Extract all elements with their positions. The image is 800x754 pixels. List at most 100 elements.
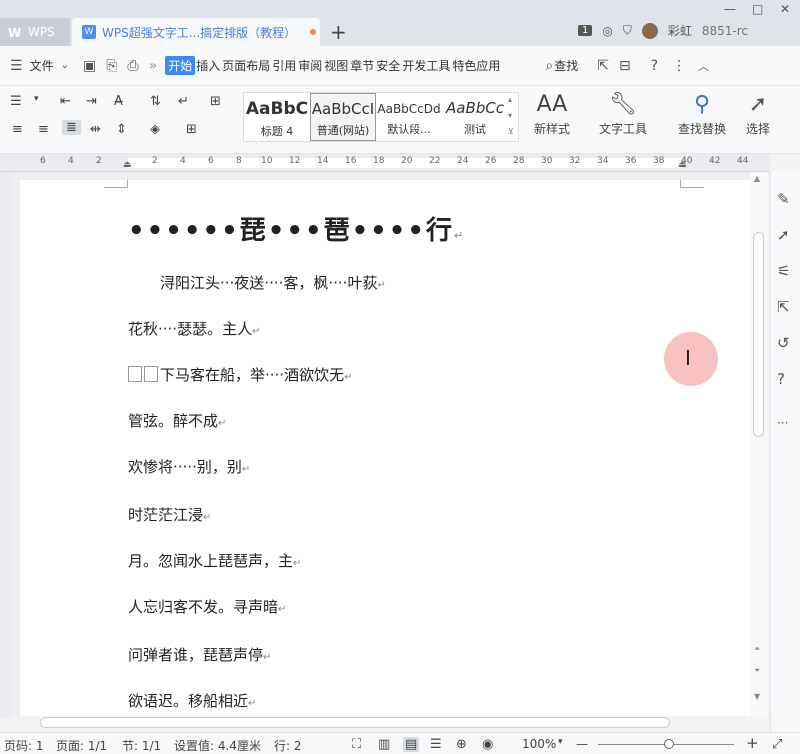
- template-icon[interactable]: ⊟: [619, 58, 631, 74]
- zoom-slider-knob[interactable]: [663, 739, 674, 749]
- status-setting[interactable]: 设置值: 4.4厘米: [174, 737, 261, 754]
- text-line-3[interactable]: 下马客在船，举····酒欲饮无↵: [128, 364, 352, 385]
- search-icon[interactable]: ⌕: [545, 58, 553, 74]
- increase-indent-icon[interactable]: ⇥: [86, 94, 97, 109]
- maximize-button[interactable]: □: [752, 2, 763, 16]
- left-indent-marker-icon[interactable]: ⏏: [123, 160, 132, 170]
- reading-mode-icon[interactable]: ▥: [378, 737, 390, 752]
- horizontal-ruler[interactable]: 6 4 2 2 4 6 8 10 12 14 16 18 20 22 24 26…: [0, 154, 770, 172]
- shading-icon[interactable]: ◈: [150, 122, 160, 137]
- new-style-button[interactable]: A͏A 新样式: [526, 92, 578, 137]
- help-icon[interactable]: ?: [651, 58, 658, 74]
- scroll-up-icon[interactable]: ▲: [754, 174, 760, 183]
- menu-page-layout[interactable]: 页面布局: [221, 57, 271, 74]
- text-line-6[interactable]: 时茫茫江浸↵: [128, 504, 211, 525]
- line-spacing-icon[interactable]: ⇕: [116, 122, 127, 137]
- text-line-1[interactable]: 浔阳江头···夜送····客，枫····叶荻↵: [160, 272, 386, 293]
- document-canvas[interactable]: ••••••琵•••琶••••行↵ 浔阳江头···夜送····客，枫····叶荻…: [12, 172, 770, 718]
- chinese-layout-icon[interactable]: A̶: [114, 94, 123, 109]
- right-indent-marker-icon[interactable]: ⏏: [678, 160, 687, 170]
- decrease-indent-icon[interactable]: ⇤: [60, 94, 71, 109]
- align-left-icon[interactable]: ≡: [12, 122, 23, 137]
- scroll-down-icon[interactable]: ▼: [754, 692, 760, 701]
- style-heading-4[interactable]: AaBbC 标题 4: [244, 93, 310, 141]
- shirt-icon[interactable]: ⛉: [623, 23, 632, 38]
- fit-page-icon[interactable]: ⤢: [772, 737, 782, 752]
- chevron-down-icon[interactable]: ▾: [558, 737, 563, 747]
- text-line-9[interactable]: 问弹者谁，琵琶声停↵: [128, 644, 271, 665]
- document-title[interactable]: ••••••琵•••琶••••行↵: [128, 210, 465, 247]
- zoom-in-button[interactable]: +: [746, 734, 759, 752]
- eye-protection-icon[interactable]: ◉: [482, 737, 493, 752]
- menu-review[interactable]: 审阅: [297, 57, 323, 74]
- share-out-icon[interactable]: ⇱: [777, 298, 790, 316]
- text-line-8[interactable]: 人忘归客不发。寻声暗↵: [128, 596, 286, 617]
- more-options-icon[interactable]: ⋮: [672, 58, 686, 74]
- style-default-paragraph[interactable]: AaBbCcDd 默认段...: [376, 93, 442, 141]
- fullscreen-icon[interactable]: ⛶: [352, 737, 361, 752]
- search-button[interactable]: 查找: [553, 57, 579, 74]
- gallery-down-icon[interactable]: ▾: [508, 111, 512, 120]
- status-row[interactable]: 行: 2: [274, 737, 302, 754]
- text-tools-button[interactable]: 🔧︎ 文字工具: [592, 92, 654, 137]
- find-replace-button[interactable]: ⚲ 查找替换: [672, 92, 732, 137]
- sort-icon[interactable]: ⇅: [150, 94, 161, 109]
- bullet-list-icon[interactable]: ☰: [10, 94, 22, 109]
- menu-developer[interactable]: 开发工具: [401, 57, 451, 74]
- tab-wps-home[interactable]: W WPS: [0, 18, 70, 46]
- gallery-expand-icon[interactable]: ⊻: [508, 127, 514, 136]
- print-icon[interactable]: ⎙: [127, 58, 138, 74]
- menu-special[interactable]: 特色应用: [451, 57, 501, 74]
- style-test[interactable]: AaBbCc 测试: [442, 93, 508, 141]
- new-tab-button[interactable]: +: [330, 20, 347, 44]
- user-name[interactable]: 彩虹: [668, 22, 692, 39]
- export-pdf-icon[interactable]: ⎘: [106, 58, 117, 74]
- justify-icon[interactable]: ≣: [62, 120, 81, 135]
- save-icon[interactable]: ▣: [83, 58, 96, 74]
- more-dots-icon[interactable]: ···: [777, 416, 788, 430]
- collapse-ribbon-icon[interactable]: ︿: [698, 58, 709, 74]
- share-icon[interactable]: ⇱: [597, 58, 609, 74]
- chevron-down-icon[interactable]: ▾: [34, 94, 39, 104]
- menu-references[interactable]: 引用: [271, 57, 297, 74]
- vertical-ruler[interactable]: [0, 172, 12, 718]
- vertical-scroll-thumb[interactable]: [753, 232, 764, 437]
- menu-chapter[interactable]: 章节: [349, 57, 375, 74]
- scroll-up-double-icon[interactable]: ⏶: [754, 644, 760, 654]
- page-view-icon[interactable]: ▤: [403, 737, 420, 752]
- text-line-2[interactable]: 花秋····瑟瑟。主人↵: [128, 318, 260, 339]
- distributed-align-icon[interactable]: ⇹: [90, 122, 101, 137]
- style-normal-web[interactable]: AaBbCcI 普通(网站): [310, 93, 376, 141]
- vertical-scrollbar[interactable]: ▲ ⏶ ⏷ ▼: [750, 172, 768, 718]
- pen-icon[interactable]: ✎: [777, 190, 790, 208]
- horizontal-scrollbar[interactable]: [12, 716, 770, 730]
- history-icon[interactable]: ↺: [777, 334, 790, 352]
- hamburger-icon[interactable]: ☰: [10, 58, 23, 74]
- text-line-10[interactable]: 欲语迟。移船相近↵: [128, 690, 256, 711]
- menu-security[interactable]: 安全: [375, 57, 401, 74]
- status-pages[interactable]: 页面: 1/1: [56, 737, 107, 754]
- border-icon[interactable]: ⊞: [186, 122, 197, 137]
- zoom-level[interactable]: 100%: [522, 737, 556, 751]
- window-count-badge[interactable]: 1: [578, 25, 593, 36]
- menu-insert[interactable]: 插入: [195, 57, 221, 74]
- zoom-out-button[interactable]: —: [576, 737, 588, 751]
- tab-document[interactable]: W WPS超强文字工...搞定排版（教程）: [72, 18, 320, 46]
- text-line-7[interactable]: 月。忽闻水上琵琶声，主↵: [128, 550, 301, 571]
- outline-view-icon[interactable]: ☰: [430, 737, 442, 752]
- skin-icon[interactable]: ◎: [602, 24, 612, 38]
- minimize-button[interactable]: —: [724, 2, 736, 16]
- document-page[interactable]: ••••••琵•••琶••••行↵ 浔阳江头···夜送····客，枫····叶荻…: [20, 180, 750, 718]
- status-page-number[interactable]: 页码: 1: [4, 737, 44, 754]
- select-pointer-icon[interactable]: ➚: [777, 226, 790, 244]
- text-line-5[interactable]: 欢惨将·····别，别↵: [128, 456, 250, 477]
- show-marks-icon[interactable]: ↵: [178, 94, 189, 109]
- web-view-icon[interactable]: ⊕: [456, 737, 467, 752]
- status-section[interactable]: 节: 1/1: [122, 737, 161, 754]
- help-circle-icon[interactable]: ?: [777, 370, 785, 388]
- align-center-icon[interactable]: ≡: [38, 122, 49, 137]
- scroll-down-double-icon[interactable]: ⏷: [754, 666, 760, 676]
- menu-file[interactable]: 文件: [29, 57, 55, 74]
- select-button[interactable]: ➚ 选择: [738, 92, 778, 137]
- close-button[interactable]: ✕: [780, 2, 790, 16]
